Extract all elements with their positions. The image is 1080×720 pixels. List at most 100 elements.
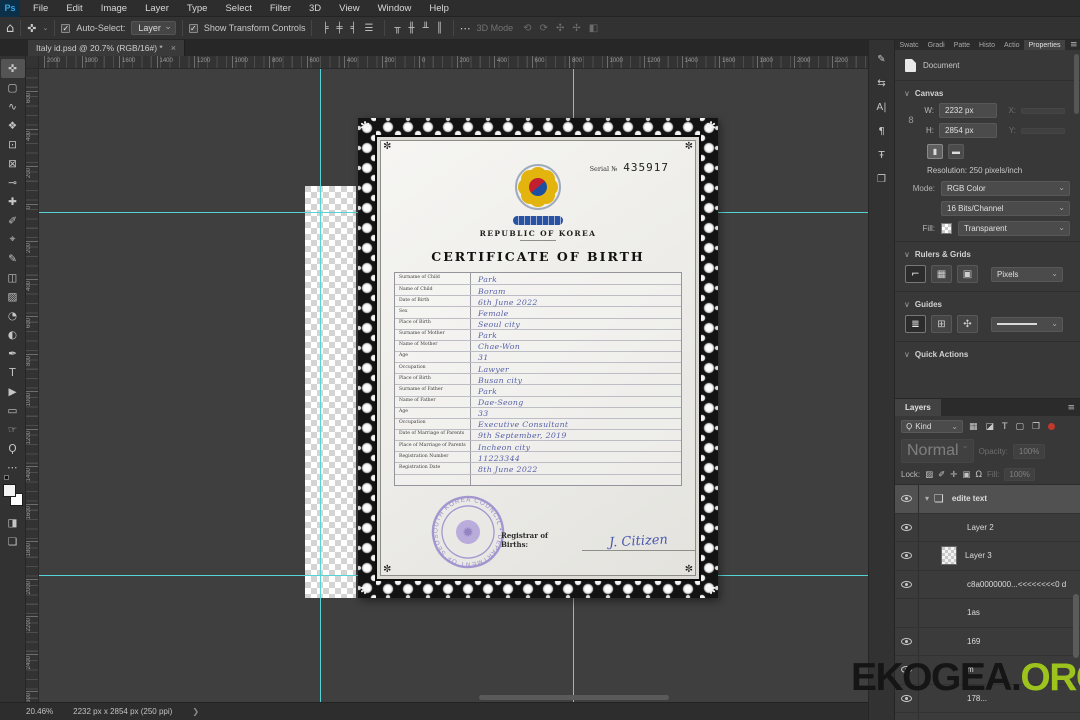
lock-icon[interactable]: ✛ xyxy=(950,470,957,480)
valign-icon[interactable]: ╨ xyxy=(423,23,429,34)
home-icon[interactable]: ⌂ xyxy=(6,21,14,36)
menu-item[interactable]: Layer xyxy=(136,0,178,17)
3d-mode-icon[interactable]: ⟳ xyxy=(540,23,548,34)
layer-name[interactable]: edite text xyxy=(952,494,987,503)
tool-button[interactable]: ⌖ xyxy=(1,230,25,249)
tool-button[interactable]: ◔ xyxy=(1,306,25,325)
panel-tab[interactable]: Actio xyxy=(1000,40,1025,50)
valign-icon[interactable]: ║ xyxy=(437,23,443,34)
tool-button[interactable]: ◐ xyxy=(1,325,25,344)
chevron-down-icon[interactable]: ⌄ xyxy=(42,24,48,32)
toggle-button[interactable]: ▣ xyxy=(957,265,978,283)
tool-button[interactable]: ❖ xyxy=(1,116,25,135)
align-icon[interactable]: ☰ xyxy=(365,23,374,34)
filter-kind-dropdown[interactable]: Ϙ Kind ⌄ xyxy=(901,420,963,433)
status-arrow-icon[interactable]: ❯ xyxy=(192,707,199,716)
visibility-toggle[interactable] xyxy=(895,713,919,720)
tool-button[interactable]: ▶ xyxy=(1,382,25,401)
tool-button[interactable]: ◫ xyxy=(1,268,25,287)
panel-dock-icon[interactable]: ¶ xyxy=(878,126,884,137)
visibility-toggle[interactable] xyxy=(895,599,919,627)
guides-section-header[interactable]: ∨ Guides xyxy=(895,295,1080,312)
tool-button[interactable]: ✚ xyxy=(1,192,25,211)
panel-menu-icon[interactable]: ≡ xyxy=(1062,399,1080,416)
rulers-grids-section-header[interactable]: ∨ Rulers & Grids xyxy=(895,245,1080,262)
tool-button[interactable]: ▭ xyxy=(1,401,25,420)
align-icon[interactable]: ╞ xyxy=(322,23,328,34)
tool-button[interactable]: ✐ xyxy=(1,211,25,230)
width-field[interactable]: 2232 px xyxy=(939,103,997,118)
layer-filter-icon[interactable]: T xyxy=(1000,422,1010,432)
filter-toggle-icon[interactable] xyxy=(1048,423,1056,430)
guide-style-dropdown[interactable]: ⌄ xyxy=(991,316,1063,332)
menu-item[interactable]: Select xyxy=(216,0,260,17)
tool-button[interactable]: Ϙ xyxy=(1,439,25,458)
bit-depth-dropdown[interactable]: 16 Bits/Channel ⌄ xyxy=(941,201,1070,216)
layer-row[interactable]: 1as xyxy=(895,599,1080,628)
valign-icon[interactable]: ╫ xyxy=(409,23,415,34)
toggle-button[interactable]: ≣ xyxy=(905,315,926,333)
toggle-button[interactable]: ⊞ xyxy=(931,315,952,333)
zoom-level[interactable]: 20.46% xyxy=(26,707,53,716)
3d-mode-icon[interactable]: ⟲ xyxy=(523,23,531,34)
tool-button[interactable]: ✎ xyxy=(1,249,25,268)
visibility-toggle[interactable] xyxy=(895,570,919,598)
canvas-area[interactable]: 2000 1800 1600 1400 1200 1000 800 600 400 200 0 200… xyxy=(26,56,868,702)
menu-item[interactable]: Edit xyxy=(57,0,91,17)
layer-row[interactable]: 01.01.1990 xyxy=(895,713,1080,720)
panel-dock-icon[interactable]: Ŧ xyxy=(878,150,884,161)
panel-dock-icon[interactable]: ⇆ xyxy=(877,78,885,89)
tool-button[interactable]: ◨ xyxy=(1,513,25,532)
layer-filter-icon[interactable]: ▢ xyxy=(1014,422,1027,432)
toggle-button[interactable]: ⌐ xyxy=(905,265,926,283)
close-icon[interactable]: × xyxy=(171,43,176,53)
default-colors-icon[interactable] xyxy=(3,475,9,480)
document-tab[interactable]: Italy id.psd @ 20.7% (RGB/16#) * × xyxy=(28,40,186,56)
toggle-button[interactable]: ▦ xyxy=(931,265,952,283)
tool-button[interactable]: ▨ xyxy=(1,287,25,306)
valign-icon[interactable]: ╥ xyxy=(395,23,401,34)
layer-filter-icon[interactable]: ▦ xyxy=(967,422,980,432)
layers-tab[interactable]: Layers xyxy=(895,399,941,416)
show-transform-checkbox[interactable]: ✓ xyxy=(188,23,198,33)
menu-item[interactable]: File xyxy=(24,0,57,17)
panel-dock-icon[interactable]: A| xyxy=(876,102,886,113)
menu-item[interactable]: Type xyxy=(178,0,217,17)
panel-tab[interactable]: Histo xyxy=(975,40,1000,50)
tool-button[interactable]: ☞ xyxy=(1,420,25,439)
quick-actions-section-header[interactable]: ∨ Quick Actions xyxy=(895,345,1080,362)
layer-filter-icon[interactable]: ❐ xyxy=(1030,422,1042,432)
tool-button[interactable]: ⊠ xyxy=(1,154,25,173)
align-icon[interactable]: ╪ xyxy=(336,23,342,34)
tool-button[interactable]: ∿ xyxy=(1,97,25,116)
fill-field[interactable]: 100% xyxy=(1004,468,1035,481)
layer-row[interactable]: 169 xyxy=(895,627,1080,656)
layer-name[interactable]: c8a0000000...<<<<<<<<0 d xyxy=(967,580,1066,589)
layer-row[interactable]: Layer 2 xyxy=(895,513,1080,542)
panel-dock-icon[interactable]: ✎ xyxy=(877,54,885,65)
auto-select-target-dropdown[interactable]: Layer ⌄ xyxy=(131,21,176,35)
menu-item[interactable]: Image xyxy=(92,0,136,17)
panel-tab[interactable]: Patte xyxy=(949,40,974,50)
portrait-orientation-button[interactable]: ▮ xyxy=(927,144,943,159)
lock-icon[interactable]: ✐ xyxy=(938,470,945,480)
blend-mode-dropdown[interactable]: Normal ⌄ xyxy=(901,439,974,463)
menu-item[interactable]: View xyxy=(330,0,368,17)
color-mode-dropdown[interactable]: RGB Color ⌄ xyxy=(941,181,1070,196)
layer-name[interactable]: Layer 2 xyxy=(967,523,994,532)
scrollbar[interactable] xyxy=(1073,593,1079,658)
tool-button[interactable]: ✜ xyxy=(0,59,25,78)
visibility-toggle[interactable] xyxy=(895,485,919,513)
tool-button[interactable]: ⊡ xyxy=(1,135,25,154)
scrollbar[interactable] xyxy=(1074,54,1079,114)
foreground-color-swatch[interactable] xyxy=(2,484,16,497)
more-options-icon[interactable]: ⋯ xyxy=(460,22,471,35)
panel-tab[interactable]: Swatc xyxy=(895,40,923,50)
units-dropdown[interactable]: Pixels ⌄ xyxy=(991,266,1063,282)
layer-row[interactable]: c8a0000000...<<<<<<<<0 d xyxy=(895,570,1080,599)
panel-menu-icon[interactable]: ≡ xyxy=(1065,40,1080,50)
tool-button[interactable]: ⊸ xyxy=(1,173,25,192)
layer-name[interactable]: Layer 3 xyxy=(965,551,992,560)
menu-item[interactable]: Filter xyxy=(261,0,300,17)
tool-button[interactable]: ❏ xyxy=(1,532,25,551)
